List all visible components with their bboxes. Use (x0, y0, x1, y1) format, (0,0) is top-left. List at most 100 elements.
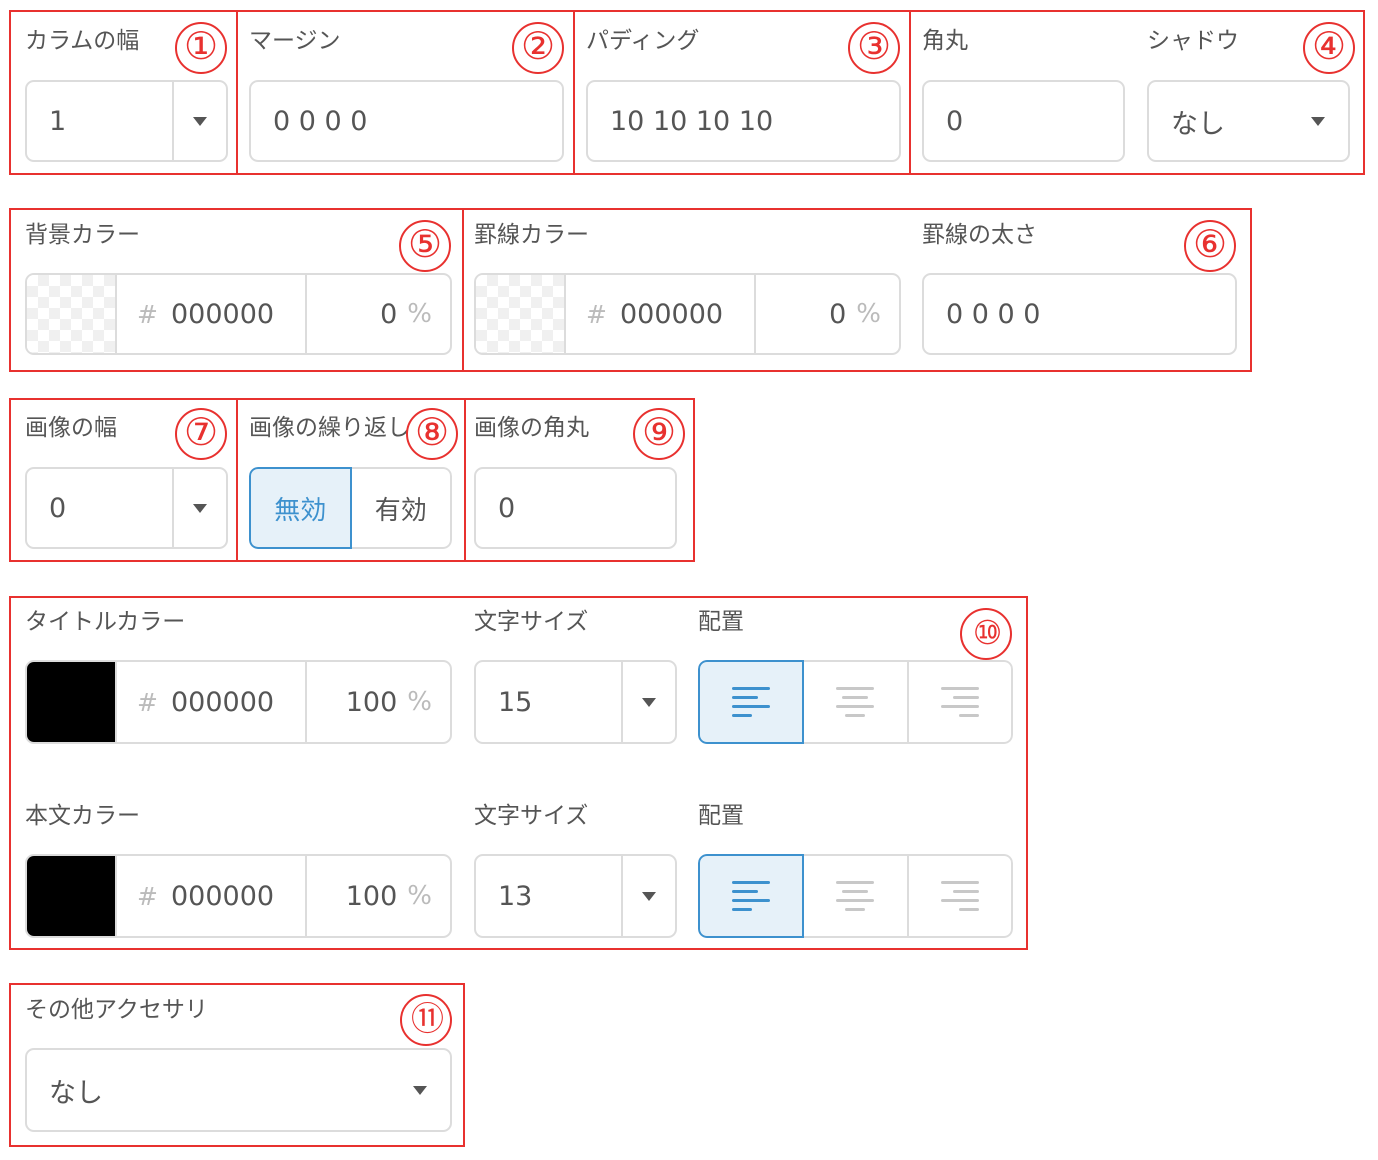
title-color-field[interactable]: # 000000 100 % (25, 660, 452, 744)
body-align-label: 配置 (698, 803, 744, 829)
image-repeat-off-button[interactable]: 無効 (249, 467, 352, 549)
body-size-select[interactable]: 13 (474, 854, 677, 938)
margin-label: マージン (249, 28, 341, 54)
body-align-group[interactable] (698, 854, 1013, 938)
border-color-hex[interactable]: 000000 (620, 299, 723, 330)
title-align-group[interactable] (698, 660, 1013, 744)
align-center-icon (836, 881, 875, 911)
align-left-icon (732, 687, 771, 717)
bg-color-opacity[interactable]: 0 (380, 299, 397, 330)
image-radius-value: 0 (498, 492, 516, 524)
marker-5: ⑤ (399, 220, 451, 272)
annotation-divider (464, 398, 466, 562)
align-center-icon (836, 687, 875, 717)
border-width-input[interactable]: 0 0 0 0 (922, 273, 1237, 355)
border-color-label: 罫線カラー (474, 222, 589, 248)
title-color-hex[interactable]: 000000 (171, 687, 274, 718)
accessory-label: その他アクセサリ (25, 997, 208, 1023)
marker-1: ① (175, 22, 227, 74)
chevron-down-icon (621, 662, 675, 742)
body-size-value: 13 (498, 880, 533, 912)
annotation-divider (462, 208, 464, 372)
hash-symbol: # (137, 881, 158, 911)
hash-symbol: # (586, 299, 607, 329)
image-radius-label: 画像の角丸 (474, 415, 589, 441)
chevron-down-icon (172, 469, 226, 547)
title-color-opacity[interactable]: 100 (346, 687, 398, 718)
accessory-select[interactable]: なし (25, 1048, 452, 1132)
bg-color-field[interactable]: # 000000 0 % (25, 273, 452, 355)
body-color-opacity[interactable]: 100 (346, 881, 398, 912)
radius-label: 角丸 (922, 28, 968, 54)
bg-color-hex[interactable]: 000000 (171, 299, 274, 330)
hash-symbol: # (137, 687, 158, 717)
chevron-down-icon (172, 82, 226, 160)
radius-value: 0 (946, 105, 964, 137)
percent-symbol: % (407, 881, 432, 911)
padding-value: 10 10 10 10 (610, 105, 774, 137)
annotation-divider (236, 10, 238, 175)
annotation-divider (573, 10, 575, 175)
body-color-hex[interactable]: 000000 (171, 881, 274, 912)
body-color-swatch[interactable] (27, 856, 117, 936)
percent-symbol: % (407, 299, 432, 329)
image-repeat-label: 画像の繰り返し (249, 415, 410, 441)
body-color-field[interactable]: # 000000 100 % (25, 854, 452, 938)
image-width-value: 0 (49, 492, 67, 524)
title-align-center-button[interactable] (804, 660, 909, 744)
shadow-value: なし (1171, 108, 1225, 140)
shadow-select[interactable]: なし (1147, 80, 1350, 162)
title-size-select[interactable]: 15 (474, 660, 677, 744)
image-width-select[interactable]: 0 (25, 467, 228, 549)
chevron-down-icon (1288, 82, 1348, 160)
align-right-icon (940, 881, 979, 911)
marker-2: ② (512, 22, 564, 74)
marker-4: ④ (1303, 22, 1355, 74)
border-width-label: 罫線の太さ (922, 222, 1037, 248)
body-color-label: 本文カラー (25, 803, 140, 829)
marker-9: ⑨ (633, 408, 685, 460)
border-width-value: 0 0 0 0 (946, 298, 1041, 330)
body-align-left-button[interactable] (698, 854, 805, 938)
body-align-center-button[interactable] (804, 854, 909, 938)
align-left-icon (732, 881, 771, 911)
accessory-value: なし (49, 1077, 103, 1109)
image-repeat-toggle[interactable]: 無効 有効 (249, 467, 452, 549)
title-align-right-button[interactable] (908, 660, 1013, 744)
radius-input[interactable]: 0 (922, 80, 1125, 162)
align-right-icon (940, 687, 979, 717)
marker-8: ⑧ (406, 408, 458, 460)
percent-symbol: % (407, 687, 432, 717)
title-size-value: 15 (498, 686, 533, 718)
title-color-label: タイトルカラー (25, 609, 186, 635)
title-size-label: 文字サイズ (474, 609, 589, 635)
border-color-field[interactable]: # 000000 0 % (474, 273, 901, 355)
marker-7: ⑦ (175, 408, 227, 460)
border-color-opacity[interactable]: 0 (829, 299, 846, 330)
column-width-label: カラムの幅 (25, 28, 140, 54)
padding-input[interactable]: 10 10 10 10 (586, 80, 901, 162)
padding-label: パディング (586, 28, 700, 54)
title-align-left-button[interactable] (698, 660, 805, 744)
image-repeat-on-button[interactable]: 有効 (351, 467, 452, 549)
column-width-select[interactable]: 1 (25, 80, 228, 162)
margin-input[interactable]: 0 0 0 0 (249, 80, 564, 162)
title-align-label: 配置 (698, 609, 744, 635)
chevron-down-icon (390, 1050, 450, 1130)
bg-color-swatch[interactable] (27, 275, 117, 353)
image-width-label: 画像の幅 (25, 415, 117, 441)
marker-10: ⑩ (960, 608, 1012, 660)
body-align-right-button[interactable] (908, 854, 1013, 938)
bg-color-label: 背景カラー (25, 222, 140, 248)
border-color-swatch[interactable] (476, 275, 566, 353)
chevron-down-icon (621, 856, 675, 936)
body-size-label: 文字サイズ (474, 803, 589, 829)
hash-symbol: # (137, 299, 158, 329)
image-radius-input[interactable]: 0 (474, 467, 677, 549)
margin-value: 0 0 0 0 (273, 105, 368, 137)
column-width-value: 1 (49, 105, 67, 137)
shadow-label: シャドウ (1147, 28, 1239, 54)
title-color-swatch[interactable] (27, 662, 117, 742)
marker-11: ⑪ (400, 994, 452, 1046)
percent-symbol: % (856, 299, 881, 329)
